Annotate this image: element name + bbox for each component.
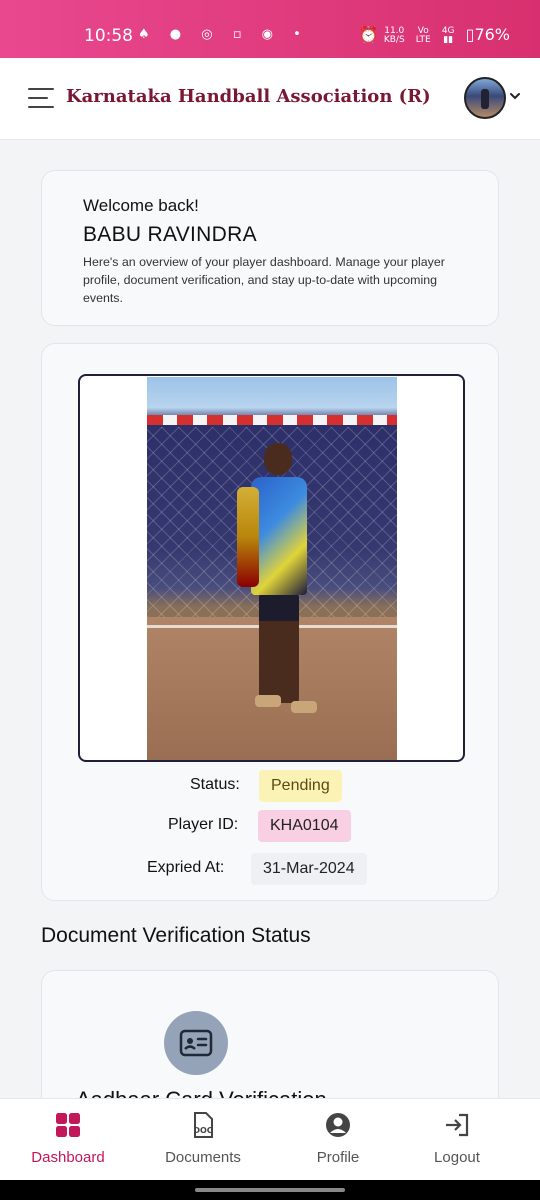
player-id-badge: KHA0104 — [258, 810, 351, 842]
nav-documents-label: Documents — [165, 1149, 241, 1166]
player-name: BABU RAVINDRA — [83, 223, 257, 246]
player-photo-frame — [78, 374, 465, 762]
bottom-nav: Dashboard DOC Documents Profile Logout — [0, 1098, 540, 1180]
status-label: Status: — [190, 776, 240, 793]
avatar[interactable] — [464, 77, 506, 119]
nav-logout-label: Logout — [434, 1149, 480, 1166]
svg-text:DOC: DOC — [193, 1126, 212, 1135]
id-card-icon — [164, 1011, 228, 1075]
grid-icon — [56, 1113, 80, 1137]
expiry-row: Expried At: 31-Mar-2024 — [42, 853, 500, 885]
signal-icon: 4G ▮▮ — [441, 25, 455, 45]
network-speed: 11.0 KB/S — [383, 25, 405, 45]
welcome-card: Welcome back! BABU RAVINDRA Here's an ov… — [41, 170, 499, 326]
doc-file-icon: DOC — [193, 1112, 213, 1138]
nav-profile-label: Profile — [316, 1149, 360, 1166]
expiry-label: Expried At: — [147, 859, 225, 876]
battery-level: 76% — [474, 25, 510, 44]
volte-indicator: Vo LTE — [415, 25, 431, 45]
section-title-documents: Document Verification Status — [41, 924, 311, 947]
logout-icon — [446, 1113, 469, 1137]
player-id-row: Player ID: KHA0104 — [42, 810, 500, 842]
status-bar: 10:58 ♠ ● ◎ ▫ ◉ • ⏰ 11.0 KB/S Vo LTE 4G ▮▮ … — [0, 0, 540, 58]
player-id-label: Player ID: — [168, 816, 239, 833]
welcome-greeting: Welcome back! — [83, 196, 199, 215]
nav-logout[interactable]: Logout — [397, 1099, 517, 1181]
system-indicators: ⏰ 11.0 KB/S Vo LTE 4G ▮▮ ▯76% — [359, 25, 510, 45]
app-header: Karnataka Handball Association (R) — [0, 58, 540, 140]
expiry-badge: 31-Mar-2024 — [251, 853, 367, 885]
nav-dashboard[interactable]: Dashboard — [8, 1099, 128, 1181]
player-photo — [147, 377, 397, 760]
chevron-down-icon[interactable] — [510, 91, 520, 101]
status-badge: Pending — [259, 770, 342, 802]
user-circle-icon — [326, 1113, 350, 1137]
clock: 10:58 — [84, 26, 133, 46]
app-title: Karnataka Handball Association (R) — [66, 86, 431, 107]
hamburger-icon[interactable] — [28, 88, 54, 110]
nav-documents[interactable]: DOC Documents — [143, 1099, 263, 1181]
alarm-icon: ⏰ — [358, 25, 379, 44]
nav-profile[interactable]: Profile — [278, 1099, 398, 1181]
nav-dashboard-label: Dashboard — [31, 1149, 105, 1166]
player-card: Status: Pending Player ID: KHA0104 Expri… — [41, 343, 499, 901]
welcome-description: Here's an overview of your player dashbo… — [83, 255, 445, 305]
status-row: Status: Pending — [42, 770, 500, 802]
notification-icons: ♠ ● ◎ ▫ ◉ • — [138, 27, 309, 42]
home-gesture-handle[interactable] — [195, 1188, 345, 1192]
